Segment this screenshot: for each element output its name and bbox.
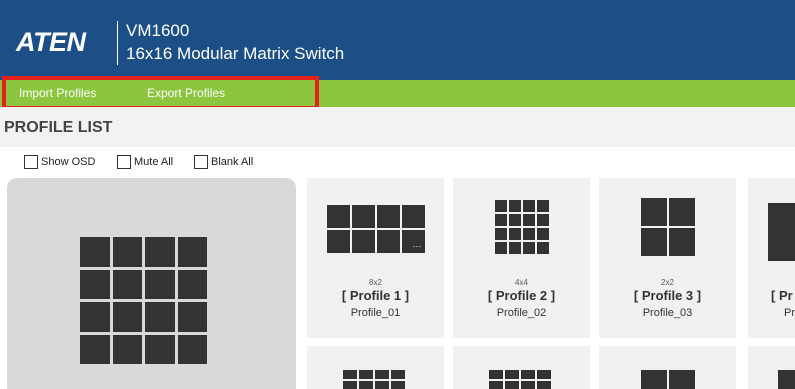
mute-all-checkbox[interactable] bbox=[117, 155, 131, 169]
blank-all-checkbox[interactable] bbox=[194, 155, 208, 169]
layout-grid-icon bbox=[640, 198, 695, 256]
blank-all-option[interactable]: Blank All bbox=[194, 153, 253, 171]
profile-title: [ Profile 2 ] bbox=[487, 288, 556, 303]
app-header bbox=[0, 0, 795, 80]
layout-grid-icon: ··· bbox=[326, 205, 425, 253]
profile-id: Profile_02 bbox=[496, 307, 547, 319]
profile-card-1[interactable]: ··· 8x2 [ Profile 1 ] Profile_01 bbox=[307, 178, 444, 338]
profile-id: Pr bbox=[784, 307, 795, 319]
profile-layout: 2x2 bbox=[661, 278, 674, 287]
more-icon: ··· bbox=[412, 241, 422, 251]
show-osd-label: Show OSD bbox=[41, 156, 96, 168]
profile-list-title: PROFILE LIST bbox=[4, 119, 113, 136]
layout-grid-icon bbox=[494, 200, 549, 254]
profile-title: [ Pr bbox=[771, 288, 793, 303]
profile-layout: 4x4 bbox=[515, 278, 528, 287]
show-osd-option[interactable]: Show OSD bbox=[24, 153, 95, 171]
layout-grid-icon bbox=[343, 370, 405, 389]
product-description: 16x16 Modular Matrix Switch bbox=[126, 44, 345, 63]
highlight-box bbox=[2, 76, 319, 110]
profile-title: [ Profile 3 ] bbox=[633, 288, 702, 303]
profile-id: Profile_01 bbox=[350, 307, 401, 319]
mute-all-label: Mute All bbox=[134, 156, 174, 168]
profile-card-3[interactable]: 2x2 [ Profile 3 ] Profile_03 bbox=[599, 178, 736, 338]
layout-grid-icon bbox=[80, 237, 207, 364]
header-divider bbox=[117, 21, 118, 65]
profile-card-2[interactable]: 4x4 [ Profile 2 ] Profile_02 bbox=[453, 178, 590, 338]
profile-title: [ Profile 1 ] bbox=[341, 288, 410, 303]
aten-logo: ATEN bbox=[16, 27, 86, 57]
mute-all-option[interactable]: Mute All bbox=[117, 153, 173, 171]
layout-grid-icon bbox=[778, 370, 795, 389]
product-model: VM1600 bbox=[126, 21, 190, 40]
layout-grid-icon bbox=[641, 370, 695, 389]
show-osd-checkbox[interactable] bbox=[24, 155, 38, 169]
profile-layout: 8x2 bbox=[369, 278, 382, 287]
layout-grid-icon bbox=[768, 203, 795, 261]
profile-id: Profile_03 bbox=[642, 307, 693, 319]
profile-card-4[interactable]: [ Pr Pr bbox=[748, 178, 795, 338]
blank-all-label: Blank All bbox=[211, 156, 254, 168]
profile-list-bar bbox=[0, 107, 795, 147]
layout-grid-icon bbox=[489, 370, 551, 389]
